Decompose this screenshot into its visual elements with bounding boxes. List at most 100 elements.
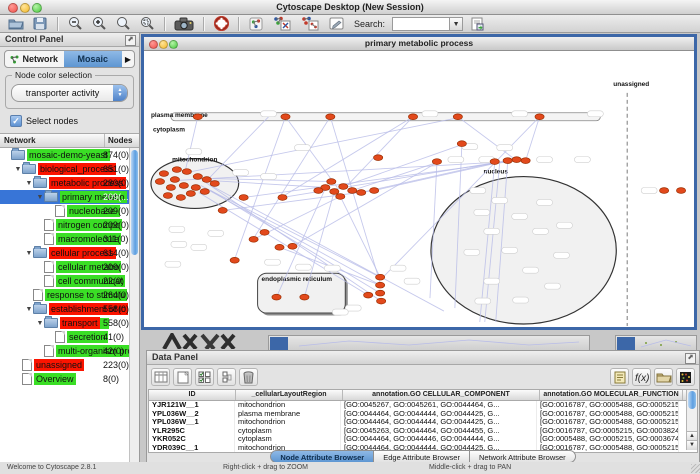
select-attributes-icon[interactable] (195, 368, 214, 386)
tree-scrollbar[interactable] (129, 148, 139, 474)
network-node[interactable] (376, 282, 385, 288)
network-node[interactable] (370, 188, 379, 194)
table-scrollbar-thumb[interactable] (688, 391, 696, 409)
network-node[interactable] (166, 185, 175, 191)
network-node[interactable] (327, 179, 336, 185)
minimize-window-icon[interactable] (159, 40, 168, 49)
network-node[interactable] (230, 257, 239, 263)
zoom-fit-icon[interactable] (113, 16, 133, 32)
tree-row[interactable]: cell communicat22(0) (0, 274, 139, 288)
tree-row[interactable]: ▼cellular process614(0) (0, 246, 139, 260)
tree-column-network[interactable]: Network (0, 134, 105, 147)
network-node[interactable] (432, 159, 441, 165)
network-node[interactable] (288, 243, 297, 249)
tree-row[interactable]: Overview8(0) (0, 372, 139, 386)
disclosure-arrow-icon[interactable]: ▼ (25, 306, 33, 313)
network-node[interactable] (210, 181, 219, 187)
copy-layout-network-icon[interactable] (298, 16, 322, 32)
network-view-window[interactable]: primary metabolic process plasma membran… (141, 34, 697, 330)
zoom-window-icon[interactable] (169, 40, 178, 49)
column-header[interactable]: annotation.GO MOLECULAR_FUNCTION (540, 390, 683, 400)
annotation-icon[interactable] (326, 16, 346, 32)
select-nodes-checkbox[interactable]: ✓ (10, 115, 22, 127)
tree-row[interactable]: response to stimulu264(0) (0, 288, 139, 302)
table-row[interactable]: YLR295Ccytoplasm[GO:0045263, GO:0044464,… (149, 427, 697, 436)
table-row[interactable]: YJR121W__1mitochondrion[GO:0045267, GO:0… (149, 401, 697, 410)
column-header[interactable]: ID (149, 390, 236, 400)
tree-row[interactable]: ▼metabolic process280(0) (0, 176, 139, 190)
network-node[interactable] (186, 191, 195, 197)
network-node[interactable] (218, 208, 227, 214)
network-node[interactable] (272, 294, 281, 300)
tree-row[interactable]: ▼biological_process651(0) (0, 162, 139, 176)
network-node[interactable] (200, 189, 209, 195)
network-node[interactable] (155, 179, 164, 185)
network-node[interactable] (278, 195, 287, 201)
help-ring-icon[interactable] (211, 16, 231, 32)
network-view-icon[interactable] (246, 16, 266, 32)
network-node[interactable] (535, 114, 544, 120)
network-node[interactable] (163, 193, 172, 199)
network-node[interactable] (249, 236, 258, 242)
resize-grip[interactable] (691, 464, 700, 473)
network-node[interactable] (376, 290, 385, 296)
tree-row[interactable]: ▼transport558(0) (0, 316, 139, 330)
network-node[interactable] (336, 194, 345, 200)
network-node[interactable] (521, 158, 530, 164)
tree-column-nodes[interactable]: Nodes (105, 134, 139, 147)
zoom-window-icon[interactable] (32, 3, 42, 13)
search-input[interactable] (392, 17, 450, 31)
tab-overflow-arrow-icon[interactable]: ▶ (122, 55, 134, 64)
table-row[interactable]: YKR052Ccytoplasm[GO:0044464, GO:0044446,… (149, 435, 697, 444)
network-node[interactable] (408, 114, 417, 120)
network-node[interactable] (193, 114, 202, 120)
snapshot-camera-icon[interactable] (172, 16, 196, 32)
tree-row[interactable]: multi-organism pro42(0) (0, 344, 139, 358)
close-window-icon[interactable] (8, 3, 18, 13)
background-window-edge[interactable] (268, 335, 590, 350)
open-file-icon[interactable] (6, 16, 26, 32)
network-node[interactable] (176, 195, 185, 201)
import-network-icon[interactable] (467, 16, 487, 32)
zoom-selected-icon[interactable] (137, 16, 157, 32)
attribute-editor-icon[interactable] (610, 368, 629, 386)
save-session-icon[interactable] (30, 16, 50, 32)
network-node[interactable] (374, 155, 383, 161)
network-window-titlebar[interactable]: primary metabolic process (144, 37, 694, 51)
network-node[interactable] (239, 195, 248, 201)
disclosure-arrow-icon[interactable]: ▼ (14, 166, 22, 173)
tree-row[interactable]: secretion41(0) (0, 330, 139, 344)
float-panel-icon[interactable]: ⬈ (685, 353, 696, 364)
tree-row[interactable]: mosaic-demo-yeast874(0) (0, 148, 139, 162)
import-attributes-icon[interactable] (654, 368, 673, 386)
tree-row[interactable]: ▼primary metabo209(... (0, 190, 139, 204)
network-node[interactable] (512, 157, 521, 163)
tab-network[interactable]: Network (5, 51, 64, 67)
network-node[interactable] (660, 188, 669, 194)
app-titlebar[interactable]: Cytoscape Desktop (New Session) (0, 0, 700, 15)
column-header[interactable]: annotation.GO CELLULAR_COMPONENT (343, 390, 540, 400)
float-panel-icon[interactable]: ⬈ (125, 35, 136, 46)
disclosure-arrow-icon[interactable]: ▼ (36, 320, 44, 327)
network-node[interactable] (314, 188, 323, 194)
network-node[interactable] (453, 114, 462, 120)
network-node[interactable] (457, 141, 466, 147)
network-node[interactable] (348, 188, 357, 194)
network-node[interactable] (676, 188, 685, 194)
network-node[interactable] (490, 159, 499, 165)
network-node[interactable] (172, 167, 181, 173)
network-node[interactable] (377, 298, 386, 304)
column-header[interactable]: _cellularLayoutRegion (236, 390, 343, 400)
network-node[interactable] (202, 177, 211, 183)
background-window-edge[interactable] (615, 335, 697, 350)
network-node[interactable] (330, 189, 339, 195)
network-node[interactable] (179, 183, 188, 189)
network-node[interactable] (275, 244, 284, 250)
tree-row[interactable]: nucleobase-209(0) (0, 204, 139, 218)
function-builder-icon[interactable]: f(x) (632, 368, 651, 386)
network-node[interactable] (281, 114, 290, 120)
tree-row[interactable]: ▼establishment of lo558(0) (0, 302, 139, 316)
network-node[interactable] (191, 185, 200, 191)
disclosure-arrow-icon[interactable]: ▼ (36, 194, 44, 201)
network-node[interactable] (182, 169, 191, 175)
